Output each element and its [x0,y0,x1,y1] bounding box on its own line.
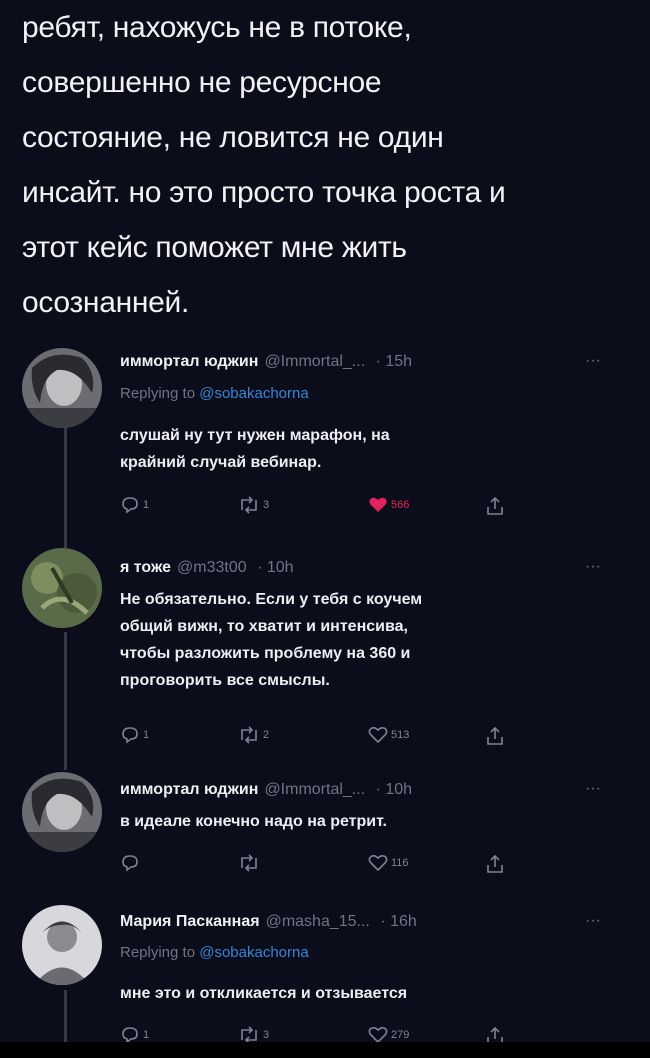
tweet-line: крайний случай вебинар. [120,454,322,471]
retweet-icon [241,854,257,872]
share-button[interactable] [486,496,504,516]
avatar[interactable] [22,348,102,428]
avatar[interactable] [22,548,102,628]
like-button[interactable]: 513 [368,726,409,744]
reply-count: 1 [143,1029,150,1041]
user-name[interactable]: Мария Пасканная [120,913,260,930]
avatar[interactable] [22,772,102,852]
tweet-header: иммортал юджин @Immortal_... · 10h [120,781,412,799]
reply-icon [122,727,138,744]
tweet-line: общий вижн, то хватит и интенсива, [120,618,408,635]
user-handle[interactable]: @Immortal_... [264,781,365,798]
post-line: ребят, нахожусь не в потоке, [22,11,412,44]
tweet-text: в идеале конечно надо на ретрит. [120,808,600,835]
tweet-actions: 116 [118,854,518,878]
user-handle[interactable]: @m33t00 [177,559,247,576]
like-button[interactable]: 116 [368,854,409,872]
share-button[interactable] [486,726,504,746]
reply-handle-link[interactable]: @sobakachorna [199,385,308,402]
retweet-count: 3 [263,499,270,511]
retweet-button[interactable] [238,854,263,872]
post-line: состояние, не ловится не один [22,121,444,154]
tweet-line: проговорить все смыслы. [120,672,330,689]
thread-line [64,632,67,770]
timestamp[interactable]: · 16h [380,913,416,930]
more-icon[interactable]: ··· [585,780,601,798]
user-name[interactable]: иммортал юджин [120,353,258,370]
like-count: 116 [391,857,409,869]
replying-to-label: Replying to [120,385,200,402]
more-icon[interactable]: ··· [585,912,601,930]
like-count: 279 [391,1029,410,1041]
like-count: 513 [391,729,410,741]
share-icon [487,726,503,745]
retweet-count: 2 [263,729,270,741]
post-line: осознанней. [22,286,189,319]
tweet-actions: 1 2 513 [118,726,518,750]
timestamp[interactable]: · 10h [257,559,293,576]
share-button[interactable] [486,854,504,874]
tweet-text: Не обязательно. Если у тебя с коучем общ… [120,586,600,694]
tweet-header: иммортал юджин @Immortal_... · 15h [120,353,412,371]
post-text: ребят, нахожусь не в потоке, совершенно … [22,0,642,330]
like-count: 566 [391,499,410,511]
tweet-line: мне это и откликается и отзывается [120,985,408,1002]
thread-line [64,420,67,550]
reply-count: 1 [143,729,150,741]
heart-icon [369,497,387,512]
reply-button[interactable]: 1 [120,726,149,744]
tweet-header: я тоже @m33t00 · 10h [120,559,294,577]
tweet-line: слушай ну тут нужен марафон, на [120,427,390,444]
replying-to: Replying to @sobakachorna [120,944,309,961]
tweet-actions: 1 3 566 [118,496,518,520]
bottom-edge [0,1042,650,1058]
heart-icon [368,854,388,872]
heart-icon [368,726,388,744]
user-name[interactable]: иммортал юджин [120,781,258,798]
avatar[interactable] [22,905,102,985]
thread-line [64,990,67,1042]
reply-handle-link[interactable]: @sobakachorna [199,944,308,961]
retweet-count: 3 [263,1029,270,1041]
reply-button[interactable] [120,854,143,872]
reply-icon [122,855,138,872]
share-icon [487,854,503,873]
reply-count: 1 [143,499,150,511]
more-icon[interactable]: ··· [585,352,601,370]
tweet-text: мне это и откликается и отзывается [120,980,600,1007]
tweet-line: чтобы разложить проблему на 360 и [120,645,411,662]
share-icon [487,496,503,515]
retweet-icon [241,726,257,744]
post-line: инсайт. но это просто точка роста и [22,176,506,209]
more-icon[interactable]: ··· [585,558,601,576]
timestamp[interactable]: · 10h [376,781,412,798]
tweet-header: Мария Пасканная @masha_15... · 16h [120,913,417,931]
user-handle[interactable]: @Immortal_... [264,353,365,370]
user-handle[interactable]: @masha_15... [266,913,370,930]
timestamp[interactable]: · 15h [376,353,412,370]
tweet-text: слушай ну тут нужен марафон, на крайний … [120,422,600,476]
reply-icon [122,497,138,514]
retweet-icon [241,496,257,514]
replying-to: Replying to @sobakachorna [120,385,309,402]
tweet-line: в идеале конечно надо на ретрит. [120,813,387,830]
retweet-button[interactable]: 2 [238,726,269,744]
post-line: этот кейс поможет мне жить [22,231,407,264]
user-name[interactable]: я тоже [120,559,171,576]
tweet-line: Не обязательно. Если у тебя с коучем [120,591,423,608]
replying-to-label: Replying to [120,944,200,961]
like-button[interactable]: 566 [368,496,409,514]
reply-button[interactable]: 1 [120,496,149,514]
post-line: совершенно не ресурсное [22,66,382,99]
retweet-button[interactable]: 3 [238,496,269,514]
